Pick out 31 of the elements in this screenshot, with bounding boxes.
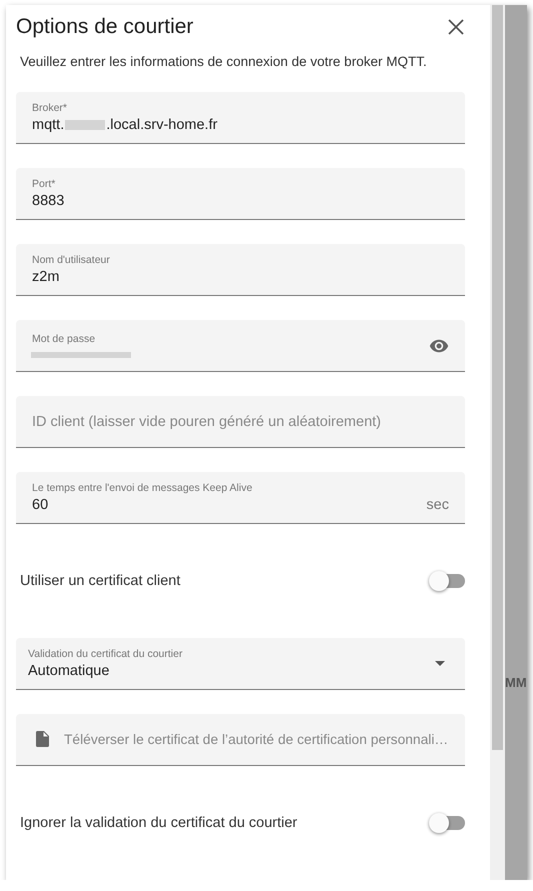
password-field[interactable]: Mot de passe <box>16 320 465 372</box>
dialog-description: Veuillez entrer les informations de connexion de votre broker MQTT. <box>20 54 428 70</box>
text-field[interactable]: Port* 8883 <box>16 168 465 220</box>
background-text: MM <box>505 675 527 690</box>
text-field[interactable]: Nom d'utilisateur z2m <box>16 244 465 296</box>
unit-suffix: sec <box>426 497 449 514</box>
select-field[interactable]: Validation du certificat du courtier Automatique <box>16 638 465 690</box>
field-label: Nom d'utilisateur <box>32 254 111 266</box>
eye-icon[interactable] <box>429 338 449 353</box>
field-label: Broker* <box>32 102 68 114</box>
text-field[interactable]: Le temps entre l'envoi de messages Keep Alive 60 sec <box>16 472 465 524</box>
field-label: Validation du certificat du courtier <box>28 648 184 660</box>
field-value: mqtt. .local.srv-home.fr <box>32 117 218 134</box>
field-label: Mot de passe <box>32 333 96 346</box>
switch-label: Ignorer la validation du certificat du courtier <box>20 814 298 831</box>
field-placeholder: Téléverser le certificat de l’autorité de certification personnali… <box>64 732 448 747</box>
dialog-title: Options de courtier <box>16 14 194 39</box>
file-icon <box>36 731 49 748</box>
field-value: Automatique <box>28 663 110 680</box>
scrollbar[interactable] <box>490 5 505 880</box>
toggle-switch[interactable] <box>431 574 465 588</box>
switch-label: Utiliser un certificat client <box>20 573 180 590</box>
field-value: z2m <box>32 269 60 286</box>
dropdown-caret-icon <box>435 661 445 666</box>
text-field[interactable]: Broker* mqtt. .local.srv-home.fr <box>16 92 465 144</box>
field-value: 8883 <box>32 193 66 210</box>
field-label: Le temps entre l'envoi de messages Keep Alive <box>32 482 254 494</box>
toggle-switch[interactable] <box>431 816 465 830</box>
field-label: Port* <box>32 178 56 190</box>
field-value: 60 <box>32 497 50 514</box>
field-placeholder: ID client (laisser vide pouren généré un aléatoirement) <box>32 414 381 430</box>
